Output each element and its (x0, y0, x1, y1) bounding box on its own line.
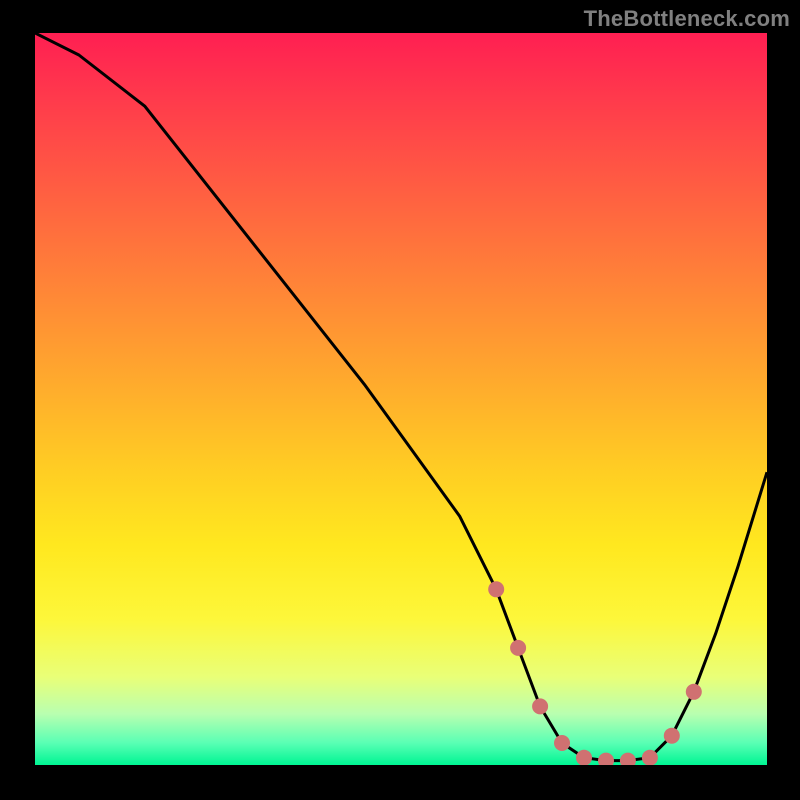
plot-area (35, 33, 767, 765)
attribution-text: TheBottleneck.com (584, 6, 790, 32)
chart-stage: TheBottleneck.com (0, 0, 800, 800)
marker-dot (510, 640, 526, 656)
series-curve (35, 33, 767, 761)
marker-dot (664, 728, 680, 744)
series-group (35, 33, 767, 761)
marker-dot (598, 753, 614, 765)
marker-dot (576, 750, 592, 765)
marker-dot (642, 750, 658, 765)
marker-group (488, 581, 702, 765)
marker-dot (532, 698, 548, 714)
marker-dot (620, 753, 636, 765)
marker-dot (686, 684, 702, 700)
marker-dot (488, 581, 504, 597)
chart-overlay (35, 33, 767, 765)
marker-dot (554, 735, 570, 751)
